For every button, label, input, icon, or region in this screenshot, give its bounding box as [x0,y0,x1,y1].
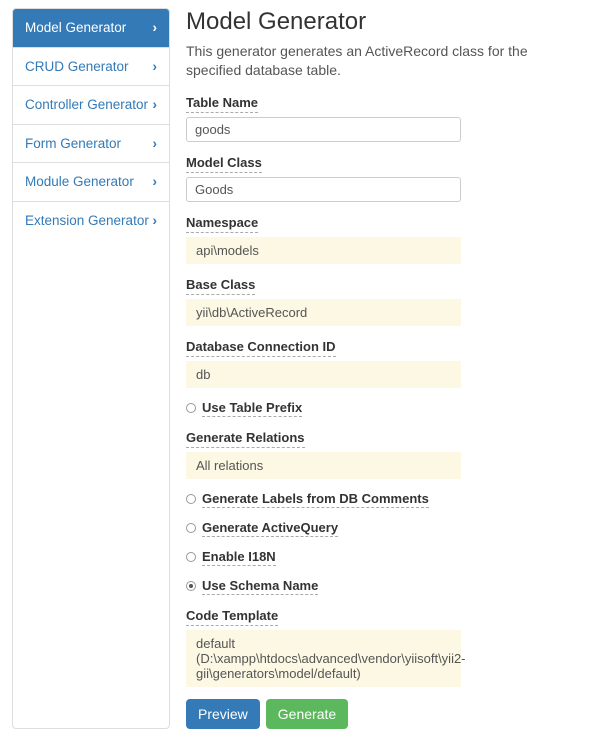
chevron-right-icon: › [153,135,158,153]
checkbox-label: Use Schema Name [202,578,318,595]
checkbox-enable-i18n[interactable]: Enable I18N [186,549,586,566]
input-db-connection[interactable]: db [186,361,461,388]
field-generate-relations: Generate Relations All relations [186,429,586,479]
button-row: Preview Generate [186,699,586,729]
chevron-right-icon: › [153,212,158,230]
field-code-template: Code Template default (D:\xampp\htdocs\a… [186,607,586,687]
field-namespace: Namespace api\models [186,214,586,264]
checkbox-label: Generate Labels from DB Comments [202,491,429,508]
checkbox-label: Use Table Prefix [202,400,302,417]
generate-button[interactable]: Generate [266,699,348,729]
chevron-right-icon: › [153,19,158,37]
label-table-name: Table Name [186,95,258,113]
sidebar-item-label: Form Generator [25,135,121,153]
checkbox-use-table-prefix[interactable]: Use Table Prefix [186,400,586,417]
input-model-class[interactable] [186,177,461,202]
radio-icon [186,523,196,533]
sidebar-item-form-generator[interactable]: Form Generator › [13,125,169,164]
sidebar-item-module-generator[interactable]: Module Generator › [13,163,169,202]
sidebar-item-crud-generator[interactable]: CRUD Generator › [13,48,169,87]
select-code-template[interactable]: default (D:\xampp\htdocs\advanced\vendor… [186,630,461,687]
input-table-name[interactable] [186,117,461,142]
radio-icon [186,581,196,591]
label-generate-relations: Generate Relations [186,430,305,448]
field-base-class: Base Class yii\db\ActiveRecord [186,276,586,326]
input-base-class[interactable]: yii\db\ActiveRecord [186,299,461,326]
sidebar-item-label: Model Generator [25,19,126,37]
checkbox-label: Enable I18N [202,549,276,566]
checkbox-generate-activequery[interactable]: Generate ActiveQuery [186,520,586,537]
label-namespace: Namespace [186,215,258,233]
chevron-right-icon: › [153,173,158,191]
sidebar: Model Generator › CRUD Generator › Contr… [12,8,170,729]
page-description: This generator generates an ActiveRecord… [186,42,586,80]
main-content: Model Generator This generator generates… [186,8,586,729]
sidebar-item-label: CRUD Generator [25,58,129,76]
field-table-name: Table Name [186,94,586,142]
field-model-class: Model Class [186,154,586,202]
chevron-right-icon: › [153,58,158,76]
sidebar-item-controller-generator[interactable]: Controller Generator › [13,86,169,125]
sidebar-item-extension-generator[interactable]: Extension Generator › [13,202,169,240]
checkbox-generate-labels[interactable]: Generate Labels from DB Comments [186,491,586,508]
chevron-right-icon: › [153,96,158,114]
preview-button[interactable]: Preview [186,699,260,729]
sidebar-item-label: Extension Generator [25,212,149,230]
radio-icon [186,494,196,504]
field-db-connection: Database Connection ID db [186,338,586,388]
page-title: Model Generator [186,8,586,36]
sidebar-item-model-generator[interactable]: Model Generator › [13,9,169,48]
checkbox-label: Generate ActiveQuery [202,520,338,537]
label-model-class: Model Class [186,155,262,173]
sidebar-item-label: Controller Generator [25,96,148,114]
label-code-template: Code Template [186,608,278,626]
radio-icon [186,552,196,562]
select-generate-relations[interactable]: All relations [186,452,461,479]
label-base-class: Base Class [186,277,255,295]
radio-icon [186,403,196,413]
input-namespace[interactable]: api\models [186,237,461,264]
label-db-connection: Database Connection ID [186,339,336,357]
checkbox-use-schema-name[interactable]: Use Schema Name [186,578,586,595]
sidebar-item-label: Module Generator [25,173,134,191]
